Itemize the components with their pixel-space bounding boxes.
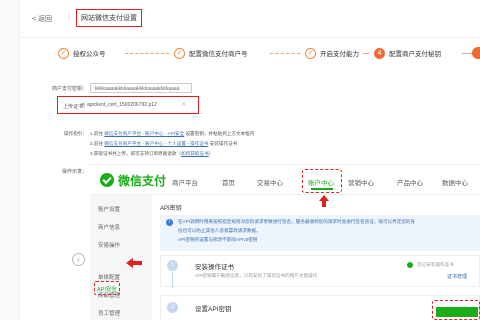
step-4: 4 配置商户支付秘钥 <box>374 46 441 60</box>
cert-manage-link[interactable]: 证书管理 <box>447 273 467 280</box>
step-label: 授权公众号 <box>73 51 106 58</box>
check-icon: ✓ <box>58 47 69 59</box>
wxpay-topbar: 微信支付 商户平台 首页 交易中心 账户中心 营销中心 产品中心 数据中心 <box>90 165 480 195</box>
step-number-icon: 4 <box>374 47 385 59</box>
step-connector <box>462 53 472 54</box>
guide-link[interactable]: 如何获取证书 <box>181 151 209 156</box>
nav-item[interactable]: 产品中心 <box>397 177 423 187</box>
cert-status: 您已安装操作证书 <box>417 262 454 267</box>
step-connector <box>270 53 300 54</box>
merchant-key-label: 商户支付密钥： <box>52 86 88 92</box>
example-screenshot: 微信支付 商户平台 首页 交易中心 账户中心 营销中心 产品中心 数据中心 账户… <box>90 164 480 320</box>
check-icon: ✓ <box>174 47 185 59</box>
arrow-left-icon <box>126 258 133 268</box>
wxpay-title: 微信支付 <box>118 174 167 188</box>
notice-line: API密钥的设置与修改不影响APIv3密钥 <box>178 237 258 242</box>
guide-label: 操作指引： <box>64 131 87 136</box>
header: < 返回 | 网站微信支付设置 <box>20 0 480 38</box>
sidebar-item[interactable]: 商品管理 <box>98 291 120 299</box>
nav-item[interactable]: 交易中心 <box>257 177 283 187</box>
success-check-icon <box>407 262 413 268</box>
guide-text: ） <box>208 151 214 156</box>
step-line <box>172 272 173 288</box>
api-notice: i 在API调用时用来按照指定规则对您的请求参数进行签名，服务器收到您的请求时会… <box>160 215 480 251</box>
step-number: 1 <box>167 260 178 271</box>
sidebar-item[interactable]: 员工管理 <box>98 309 120 317</box>
step-label: 配置商户支付秘钥 <box>389 51 441 58</box>
step-label: 配置微信支付商户号 <box>189 51 248 58</box>
notice-line: 在API调用时用来按照指定规则对您的请求参数进行签名，服务器收到您的请求时会进行… <box>178 219 416 224</box>
step-next-icon <box>472 47 480 59</box>
attachment-icon: ⌀ <box>81 102 85 108</box>
guide-line-3: 3.获取证书并上传，即可支持订单原路退款（如何获取证书） <box>90 151 213 157</box>
guide-text: 1.前往 <box>90 131 105 136</box>
nav-item-label: 账户中心 <box>308 180 334 187</box>
install-cert-step: 1 安装操作证书 API密钥属于敏感信息，只有安装了操作证书的用户才能操作 您已… <box>160 255 480 288</box>
step-connector <box>363 53 369 54</box>
button-fill <box>436 307 478 317</box>
api-section-title: API密钥 <box>160 206 182 212</box>
arrow-left-stem <box>133 261 142 265</box>
nav-item[interactable]: 营销中心 <box>348 177 374 187</box>
step-title: 安装操作证书 <box>195 264 234 271</box>
left-strip <box>0 0 20 320</box>
info-icon: i <box>166 219 173 226</box>
nav-underline <box>311 188 333 190</box>
step-3: ✓ 开启支付能力 <box>305 46 359 60</box>
sidebar-item[interactable]: 单体配置 <box>98 273 120 281</box>
step-subtitle: API密钥属于敏感信息，只有安装了操作证书的用户才能操作 <box>195 273 318 278</box>
step-label: 开启支付能力 <box>320 51 359 58</box>
example-label: 操作示意： <box>62 169 88 175</box>
cert-upload-box: 上传证书： ⌀ apiclient_cert_1500206792.p12 × <box>57 96 199 114</box>
nav-item[interactable]: 商户平台 <box>172 177 198 187</box>
guide-text: 安装操作证书 <box>208 141 238 146</box>
guide-text: 3.获取证书并上传，即可支持订单原路退款（ <box>90 151 182 156</box>
step-2: ✓ 配置微信支付商户号 <box>174 46 248 60</box>
nav-item-account-center[interactable]: 账户中心 <box>302 169 342 193</box>
nav-item[interactable]: 数据中心 <box>442 177 468 187</box>
nav-item[interactable]: 首页 <box>222 177 235 187</box>
step-number: 2 <box>167 302 178 313</box>
guide-line-2: 2.前往 微信支付商户平台 - 账户中心 - 个人设置 - 操作证书 安装操作证… <box>90 141 237 147</box>
sidebar-item[interactable]: 账户设置 <box>98 205 120 213</box>
page-title: 网站微信支付设置 <box>76 9 142 27</box>
merchant-key-input[interactable]: kkkkaaaakkkkaaaakkkkaaaakkkkaaaa <box>90 83 192 93</box>
step-1: ✓ 授权公众号 <box>58 46 106 60</box>
steps-bar: ✓ 授权公众号 ✓ 配置微信支付商户号 ✓ 开启支付能力 4 配置商户支付秘钥 <box>40 46 480 62</box>
sidebar-item[interactable]: 安易操作 <box>98 241 120 249</box>
step-title: 设置API密钥 <box>195 306 232 313</box>
guide-link[interactable]: 微信支付商户平台 - 账户中心 - API安全 <box>104 131 184 136</box>
wxpay-logo-icon <box>100 173 114 187</box>
sidebar-item[interactable]: 商户信息 <box>98 223 120 231</box>
guide-text: 设置密钥，并粘贴到上方文本框内 <box>184 131 255 136</box>
back-link[interactable]: < 返回 <box>32 14 52 24</box>
remove-cert-icon[interactable]: × <box>182 102 186 108</box>
set-key-button[interactable] <box>432 300 480 320</box>
guide-line-1: 1.前往 微信支付商户平台 - 账户中心 - API安全 设置密钥，并粘贴到上方… <box>90 131 254 137</box>
prev-arrow-icon[interactable]: ‹ <box>72 253 85 266</box>
cert-file-name: apiclient_cert_1500206792.p12 <box>87 102 157 108</box>
step-connector <box>125 53 169 54</box>
header-separator: | <box>68 14 70 21</box>
check-icon: ✓ <box>305 47 316 59</box>
page: < 返回 | 网站微信支付设置 ✓ 授权公众号 ✓ 配置微信支付商户号 ✓ 开启… <box>0 0 480 320</box>
guide-link[interactable]: 微信支付商户平台 - 账户中心 - 个人设置 - 操作证书 <box>104 141 208 146</box>
guide-text: 2.前往 <box>90 141 105 146</box>
wxpay-sidebar: 账户设置 商户信息 安易操作 API安全 单体配置 商品管理 员工管理 <box>90 195 152 320</box>
notice-line: 份也可以防止其他人恶意篡改请求数据。 <box>178 228 261 233</box>
